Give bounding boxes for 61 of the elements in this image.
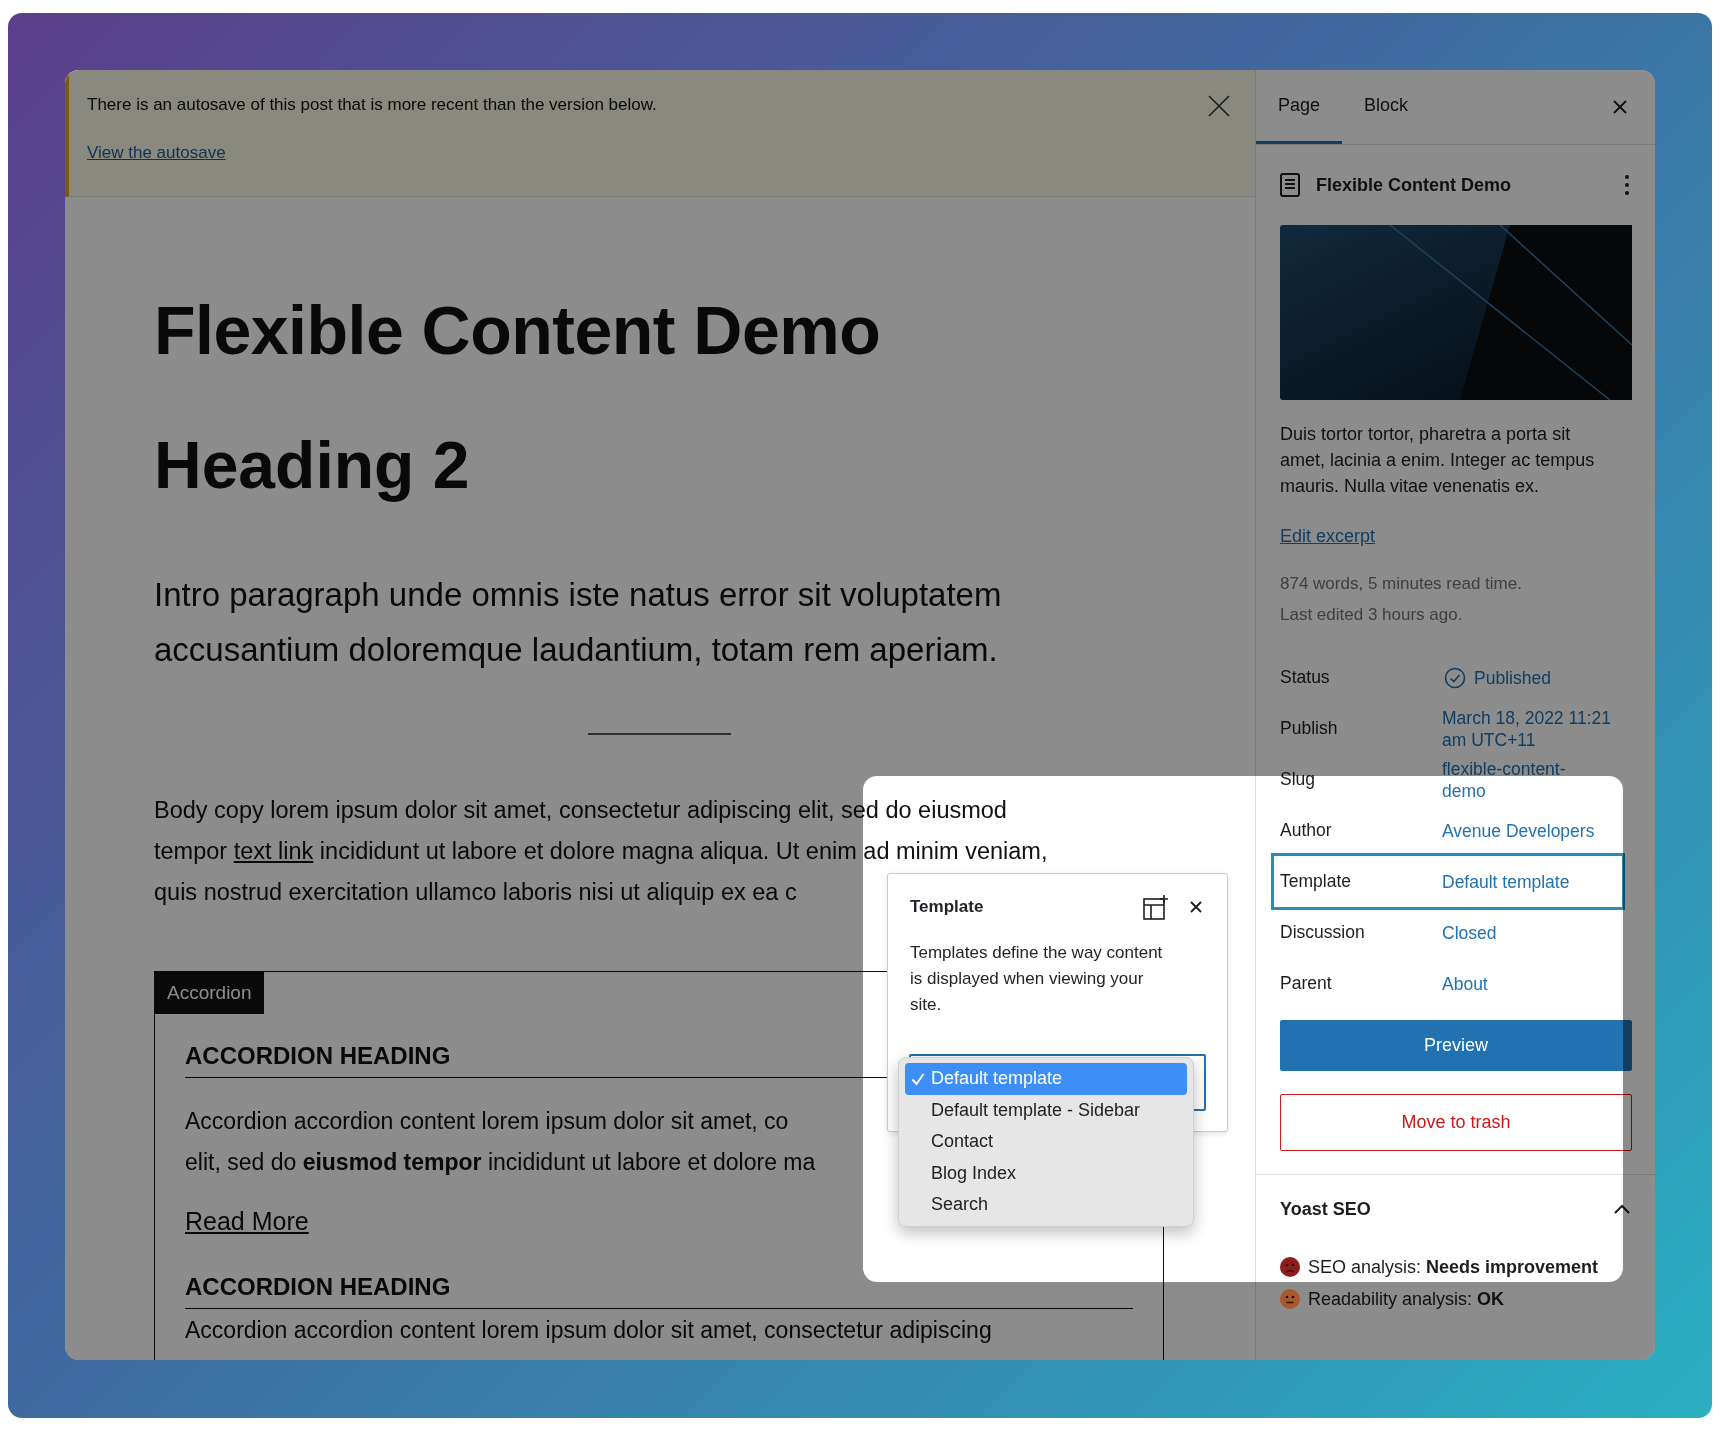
sidebar-tab[interactable]: Block — [1342, 70, 1431, 144]
body-text: quis nostrud exercitation ullamco laboris nisi ut aliquip ex ea c — [154, 878, 797, 907]
notice-text: There is an autosave of this post that is more recent than the version below. — [87, 94, 657, 116]
move-to-trash-button[interactable]: Move to trash — [1280, 1094, 1632, 1151]
heading: Heading 2 — [154, 427, 471, 504]
analysis-result: SEO analysis: Needs improvement — [1308, 1256, 1599, 1279]
text-link[interactable]: text link — [233, 838, 314, 864]
popover-title: Template — [910, 896, 984, 919]
dropdown-option[interactable]: Search — [905, 1189, 1187, 1221]
dropdown-option[interactable]: Default template - Sidebar — [905, 1094, 1187, 1126]
sidebar-tab[interactable]: Page — [1256, 70, 1343, 144]
close-icon — [1189, 900, 1203, 914]
autosave-link[interactable]: View the autosave — [87, 139, 226, 165]
field-value-link[interactable]: About — [1442, 972, 1632, 995]
accordion-text: elit, sed do eiusmod tempor incididunt ut labore et dolore ma — [185, 1148, 816, 1177]
preview-button[interactable]: Preview — [1280, 1020, 1632, 1071]
field-value-link[interactable]: Closed — [1442, 921, 1632, 944]
field-value-link[interactable]: Default template — [1442, 870, 1622, 893]
field-label: Discussion — [1280, 921, 1366, 945]
sad-face-icon — [1280, 1257, 1300, 1277]
field-value-link[interactable]: March 18, 2022 11:21 am UTC+11 — [1442, 706, 1632, 751]
panel-title: Yoast SEO — [1280, 1197, 1371, 1221]
intro-paragraph: Intro paragraph unde omnis iste natus error sit voluptatem accusantium doloremque laudantium, totam rem aperiam. — [154, 575, 1003, 670]
analysis-result: Readability analysis: OK — [1308, 1288, 1505, 1311]
field-label: Slug — [1280, 768, 1317, 792]
read-more-link[interactable]: Read More — [185, 1203, 309, 1241]
more-options-button[interactable] — [1622, 172, 1632, 198]
field-label: Status — [1280, 666, 1331, 690]
field-label: Template — [1280, 870, 1352, 894]
dropdown-option[interactable]: Contact — [905, 1126, 1187, 1158]
close-icon — [1207, 94, 1231, 118]
accordion-text: Accordion accordion content lorem ipsum dolor sit amet, consectetur adipiscing — [185, 1315, 992, 1345]
document-icon — [1280, 173, 1300, 197]
add-template-button[interactable] — [1141, 892, 1171, 922]
status-value[interactable]: Published — [1442, 664, 1632, 691]
kebab-icon — [1624, 174, 1630, 196]
field-label: Parent — [1280, 972, 1333, 996]
excerpt-text: Duis tortor tortor, pharetra a porta sit amet, lacinia a enim. Integer ac tempus mauris. Nulla vitae venenatis ex. — [1280, 423, 1596, 498]
check-icon — [911, 1071, 925, 1086]
field-label: Publish — [1280, 717, 1339, 741]
popover-description: Templates define the way content is displayed when viewing your site. — [910, 942, 1164, 1016]
neutral-face-icon — [1280, 1289, 1300, 1309]
post-stats: 874 words, 5 minutes read time. — [1280, 573, 1523, 595]
close-icon — [1612, 99, 1628, 115]
field-value-link[interactable]: flexible-content-demo — [1442, 757, 1592, 802]
dropdown-option[interactable]: Default template — [905, 1063, 1187, 1095]
template-add-icon — [1143, 894, 1169, 920]
document-title: Flexible Content Demo — [1316, 173, 1512, 197]
post-stats: Last edited 3 hours ago. — [1280, 604, 1464, 626]
field-label: Author — [1280, 819, 1333, 843]
accordion-text: Accordion accordion content lorem ipsum dolor sit amet, co — [185, 1107, 789, 1136]
body-text: tempor text link incididunt ut labore et dolore magna aliqua. Ut enim ad minim veniam, — [154, 837, 1048, 866]
check-circle-icon — [1444, 666, 1466, 689]
accordion-heading: ACCORDION HEADING — [185, 1271, 1133, 1309]
block-label: Accordion — [155, 972, 264, 1014]
chevron-up-icon — [1614, 1204, 1630, 1214]
collapse-panel-button[interactable] — [1612, 1202, 1632, 1216]
edit-excerpt-link[interactable]: Edit excerpt — [1280, 523, 1376, 550]
dropdown-option[interactable]: Blog Index — [905, 1157, 1187, 1189]
field-value-link[interactable]: Avenue Developers — [1442, 819, 1632, 842]
page-title: Flexible Content Demo — [154, 291, 882, 370]
